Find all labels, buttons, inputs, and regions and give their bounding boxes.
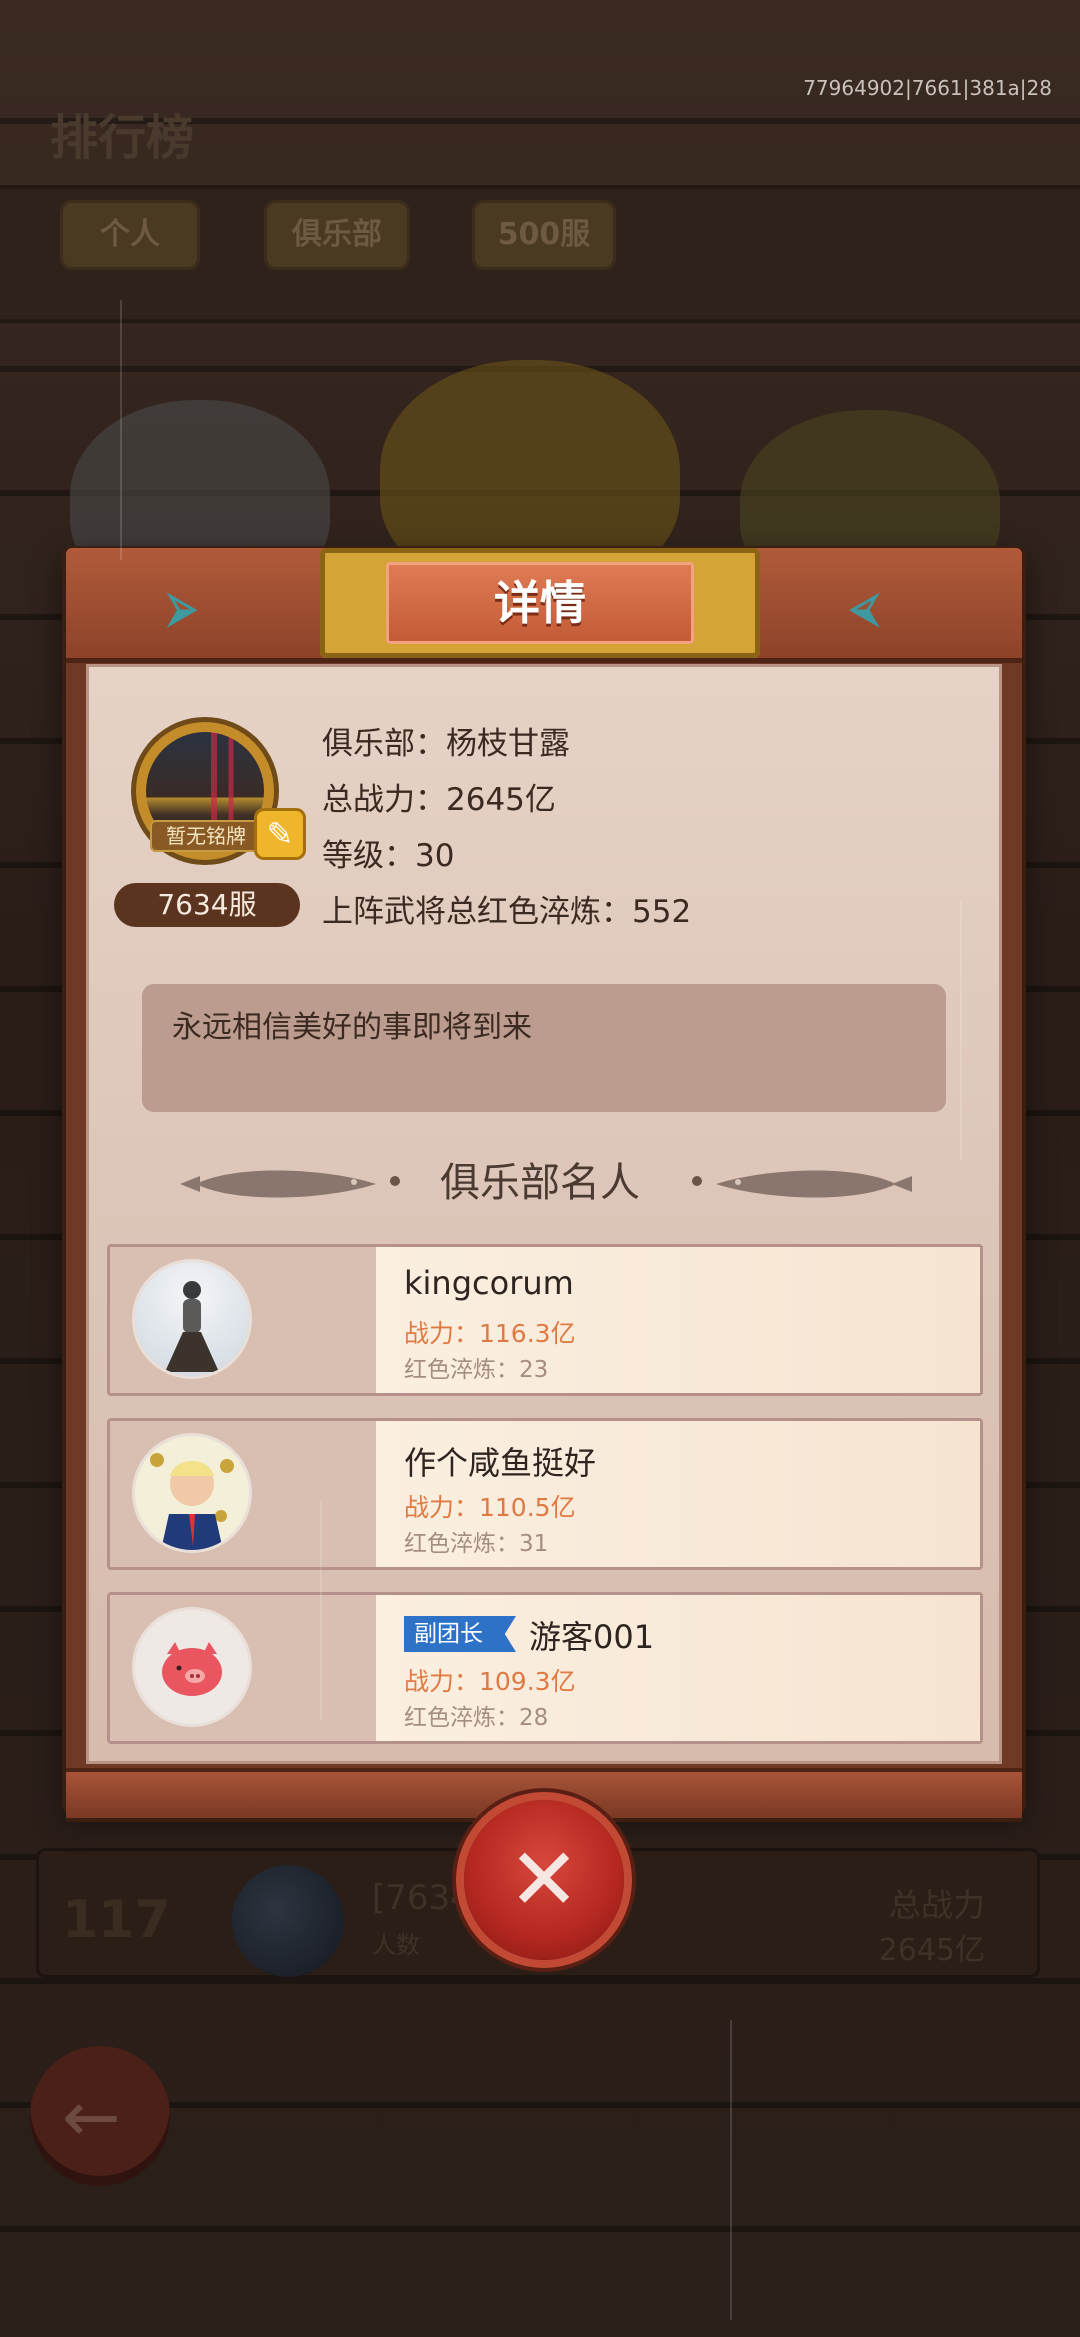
rain-effect	[320, 1500, 322, 1720]
debug-id-text: 77964902|7661|381a|28	[803, 76, 1052, 100]
my-rank-sub: 人数	[372, 1931, 420, 1959]
tab-personal[interactable]: 个人	[60, 200, 200, 270]
member-avatar	[135, 1262, 249, 1376]
fish-icon: ⮚	[168, 585, 197, 631]
member-power: 战力：116.3亿	[404, 1319, 576, 1348]
member-card[interactable]: kingcorum 战力：116.3亿 红色淬炼：23	[107, 1244, 983, 1396]
rain-effect	[960, 900, 962, 1160]
my-rank-avatar	[232, 1865, 344, 1977]
my-rank-number: 117	[62, 1890, 171, 1950]
famous-members-title: 俱乐部名人	[440, 1160, 640, 1206]
rain-effect	[120, 300, 122, 560]
member-red-temper: 红色淬炼：28	[404, 1705, 549, 1731]
member-power: 战力：109.3亿	[404, 1667, 576, 1696]
my-rank-name: [7634	[372, 1878, 472, 1918]
member-red-temper: 红色淬炼：23	[404, 1357, 549, 1383]
member-name: kingcorum	[404, 1264, 574, 1302]
member-card[interactable]: 副团长 游客001 战力：109.3亿 红色淬炼：28	[107, 1592, 983, 1744]
close-button[interactable]: ✕	[464, 1800, 624, 1960]
tab-club[interactable]: 俱乐部	[264, 200, 410, 270]
back-button[interactable]: ←	[30, 2046, 170, 2186]
signature-text: 永远相信美好的事即将到来	[172, 1010, 532, 1045]
modal-title: 详情	[386, 562, 694, 644]
close-icon: ✕	[507, 1830, 581, 1930]
vice-leader-badge: 副团长	[404, 1616, 516, 1652]
member-name: 作个咸鱼挺好	[404, 1444, 597, 1482]
red-temper-total: 上阵武将总红色淬炼：552	[322, 894, 692, 930]
member-card[interactable]: 作个咸鱼挺好 战力：110.5亿 红色淬炼：31	[107, 1418, 983, 1570]
member-red-temper: 红色淬炼：31	[404, 1531, 549, 1557]
member-name: 游客001	[529, 1618, 655, 1656]
club-name: 俱乐部：杨枝甘露	[322, 726, 570, 762]
edit-icon[interactable]: ✎	[254, 808, 306, 860]
nameplate-badge: 暂无铭牌	[150, 820, 262, 852]
back-arrow-icon: ←	[62, 2076, 121, 2158]
my-rank-power-label: 总战力	[888, 1886, 985, 1924]
divider-dot	[692, 1176, 702, 1186]
tab-500-server[interactable]: 500服	[472, 200, 616, 270]
rain-effect	[730, 2020, 732, 2320]
fish-icon: ⮘	[850, 585, 879, 631]
member-power: 战力：110.5亿	[404, 1493, 576, 1522]
server-badge: 7634服	[114, 883, 300, 927]
member-avatar	[135, 1436, 249, 1550]
leaderboard-title: 排行榜	[50, 110, 195, 166]
my-rank-power-value: 2645亿	[878, 1933, 985, 1968]
total-power: 总战力：2645亿	[322, 782, 556, 818]
player-level: 等级：30	[322, 838, 455, 874]
member-avatar	[135, 1610, 249, 1724]
fish-decoration-right	[716, 1170, 912, 1198]
